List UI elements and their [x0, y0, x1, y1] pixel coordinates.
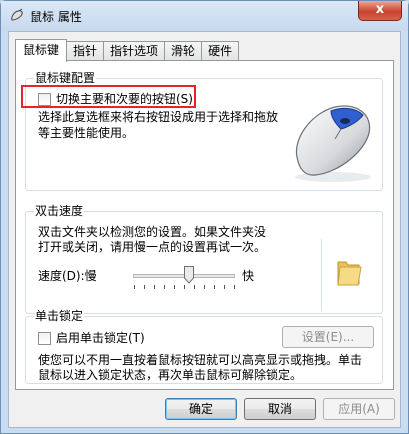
highlight-box — [21, 85, 196, 108]
speed-tick — [184, 285, 185, 289]
click-lock-description-2: 鼠标以进入锁定状态，再次单击鼠标可解除锁定。 — [38, 368, 303, 382]
tab-pointer-options[interactable]: 指针选项 — [103, 41, 166, 61]
double-click-speed-thumb[interactable] — [184, 266, 195, 284]
switch-buttons-description-2: 等主要性能使用。 — [38, 126, 135, 140]
click-lock-checkbox[interactable] — [38, 332, 51, 345]
ok-button[interactable]: 确定 — [165, 398, 237, 420]
tab-wheel[interactable]: 滑轮 — [164, 41, 203, 61]
tab-pointers[interactable]: 指针 — [66, 41, 105, 61]
close-button[interactable]: x — [358, 1, 402, 21]
double-click-description-1: 双击文件夹以检测您的设置。如果文件夹没 — [38, 225, 267, 239]
click-lock-description-1: 使您可以不用一直按着鼠标按钮就可以高亮显示或拖拽。单击 — [38, 353, 363, 367]
speed-tick — [214, 285, 215, 289]
speed-tick — [194, 285, 195, 289]
speed-tick — [164, 285, 165, 289]
mouse-properties-window: 鼠标 属性 x 鼠标键 指针 指针选项 滑轮 硬件 鼠标键配置 切换主要和次要的… — [0, 0, 409, 434]
speed-slow-label: 速度(D):慢 — [38, 269, 97, 283]
speed-tick — [204, 285, 205, 289]
buttons-tab-panel: 鼠标键配置 切换主要和次要的按钮(S) 选择此复选框来将右按钮设成用于选择和拖放… — [15, 60, 394, 390]
button-config-label: 鼠标键配置 — [34, 71, 97, 85]
speed-fast-label: 快 — [242, 269, 255, 283]
close-icon: x — [375, 2, 385, 17]
window-title: 鼠标 属性 — [30, 10, 82, 24]
click-lock-settings-button[interactable]: 设置(E)... — [282, 326, 374, 348]
tab-buttons[interactable]: 鼠标键 — [15, 39, 68, 62]
mouse-icon — [11, 8, 23, 21]
mouse-illustration-icon — [295, 105, 371, 182]
apply-button[interactable]: 应用(A) — [323, 398, 395, 420]
switch-buttons-description-1: 选择此复选框来将右按钮设成用于选择和拖放 — [38, 110, 279, 124]
tab-strip: 鼠标键 指针 指针选项 滑轮 硬件 — [15, 39, 240, 62]
speed-tick — [234, 285, 235, 289]
speed-tick — [174, 285, 175, 289]
speed-tick — [154, 285, 155, 289]
title-bar[interactable]: 鼠标 属性 x — [1, 1, 408, 31]
double-click-label: 双击速度 — [34, 204, 85, 218]
double-click-description-2: 打开或关闭，请用慢一点的设置再试一次。 — [38, 240, 267, 254]
dialog-client-area: 鼠标键 指针 指针选项 滑轮 硬件 鼠标键配置 切换主要和次要的按钮(S) 选择… — [8, 31, 401, 428]
click-lock-enable-label[interactable]: 启用单击锁定(T) — [56, 330, 145, 346]
tab-hardware[interactable]: 硬件 — [201, 41, 240, 61]
speed-tick — [144, 285, 145, 289]
click-lock-label: 单击锁定 — [34, 309, 85, 323]
speed-tick — [134, 285, 135, 289]
speed-tick — [224, 285, 225, 289]
cancel-button[interactable]: 取消 — [244, 398, 316, 420]
folder-icon[interactable] — [335, 256, 363, 288]
